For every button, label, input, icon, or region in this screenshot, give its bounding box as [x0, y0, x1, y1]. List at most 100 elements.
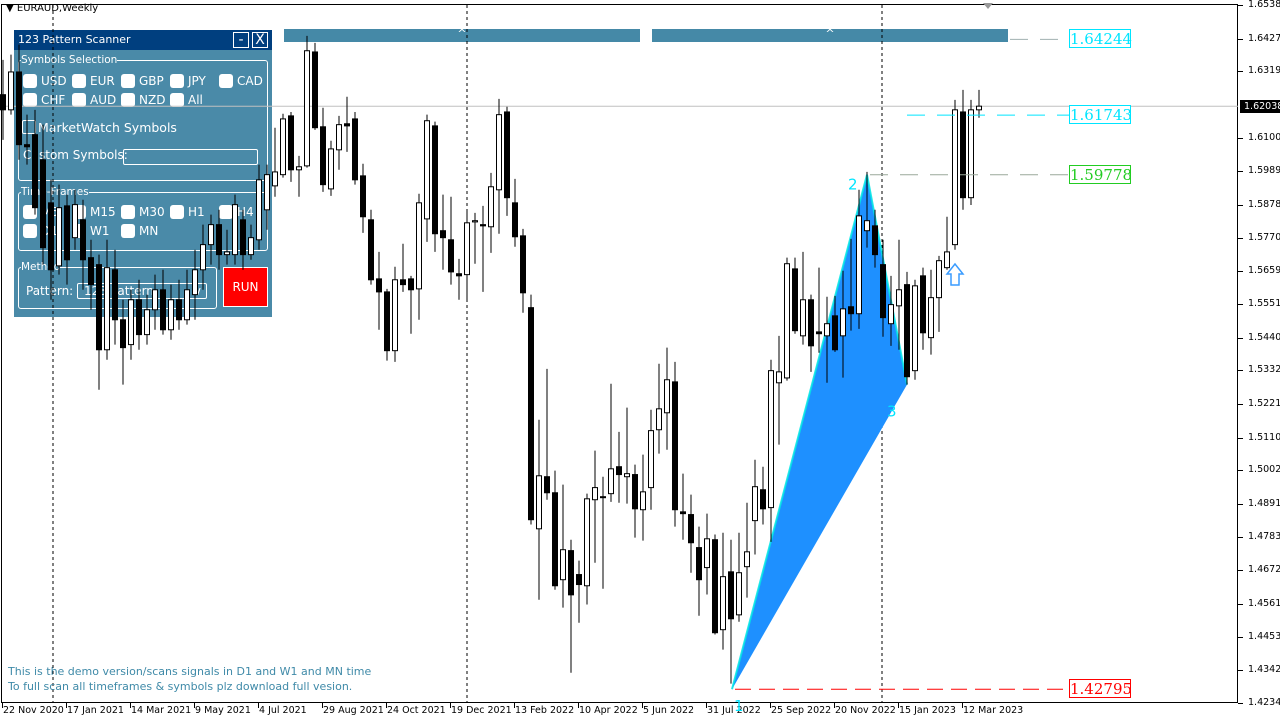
checkbox-h4[interactable]: [219, 205, 233, 219]
price-tick-label: 1.65380: [1248, 0, 1280, 10]
checkbox-all[interactable]: [170, 93, 184, 107]
checkbox-mn[interactable]: [121, 224, 135, 238]
checkbox-label: M15: [90, 205, 116, 219]
price-tick-label: 1.57700: [1248, 231, 1280, 243]
time-tick-label: 10 Apr 2022: [579, 705, 638, 716]
time-tick-label: 14 Mar 2021: [131, 705, 192, 716]
price-tick-label: 1.64270: [1248, 32, 1280, 44]
collapse-bar-right[interactable]: ^: [652, 27, 1008, 42]
chevron-up-icon: ^: [457, 27, 467, 40]
price-tick: [1238, 370, 1243, 372]
collapse-bar-left[interactable]: ^: [284, 27, 640, 42]
time-tick-label: 9 May 2021: [195, 705, 251, 716]
price-tick-label: 1.54400: [1248, 331, 1280, 343]
price-tick: [1238, 137, 1243, 139]
checkbox-label: JPY: [188, 74, 206, 88]
method-group-label: Method: [21, 261, 61, 273]
price-tick-label: 1.59890: [1248, 165, 1280, 177]
price-tick-label: 1.48910: [1248, 497, 1280, 509]
time-tick-label: 19 Dec 2021: [451, 705, 512, 716]
checkbox-cad[interactable]: [219, 74, 233, 88]
pattern-label: Pattern:: [26, 284, 74, 298]
price-tick-label: 1.53320: [1248, 364, 1280, 376]
price-tick: [1238, 71, 1243, 73]
checkbox-chf[interactable]: [23, 93, 37, 107]
marketwatch-checkbox[interactable]: [22, 120, 36, 134]
time-tick-label: 25 Sep 2022: [771, 705, 832, 716]
price-tick: [1238, 636, 1243, 638]
price-tick: [1238, 670, 1243, 672]
checkbox-nzd[interactable]: [121, 93, 135, 107]
checkbox-label: H4: [237, 205, 254, 219]
price-tick: [1238, 503, 1243, 505]
price-tick: [1238, 204, 1243, 206]
checkbox-d1[interactable]: [23, 224, 37, 238]
checkbox-h1[interactable]: [170, 205, 184, 219]
time-tick-label: 4 Jul 2021: [259, 705, 307, 716]
price-tick-label: 1.46720: [1248, 564, 1280, 576]
checkbox-label: NZD: [139, 93, 166, 107]
checkbox-aud[interactable]: [72, 93, 86, 107]
time-tick-label: 13 Feb 2022: [515, 705, 575, 716]
price-tick: [1238, 304, 1243, 305]
price-tick-label: 1.42340: [1248, 697, 1280, 708]
current-price-label: 1.62038: [1240, 100, 1280, 114]
checkbox-eur[interactable]: [72, 74, 86, 88]
demo-notice-line-1: This is the demo version/scans signals i…: [8, 665, 372, 678]
close-button[interactable]: X: [252, 32, 268, 48]
checkbox-label: CAD: [237, 74, 263, 88]
chart-symbol-title: ▼ EURAUD,Weekly: [6, 3, 98, 14]
price-tick: [1238, 38, 1243, 40]
custom-symbols-input[interactable]: [123, 149, 258, 165]
checkbox-gbp[interactable]: [121, 74, 135, 88]
dropdown-triangle-icon[interactable]: ▼: [6, 3, 14, 14]
pattern-dropdown[interactable]: 123 Pattern v: [77, 283, 207, 299]
time-tick-label: 15 Jan 2023: [899, 705, 956, 716]
checkbox-label: All: [188, 93, 203, 107]
time-tick-label: 5 Jun 2022: [643, 705, 695, 716]
scanner-panel: 123 Pattern Scanner - X Symbols Selectio…: [14, 30, 272, 317]
price-tick: [1238, 470, 1243, 472]
checkbox-label: AUD: [90, 93, 117, 107]
run-button[interactable]: RUN: [223, 267, 268, 307]
symbols-group-label: Symbols Selection: [21, 54, 118, 66]
price-tick-label: 1.47830: [1248, 530, 1280, 542]
panel-title-bar[interactable]: 123 Pattern Scanner - X: [14, 30, 272, 50]
timeframes-group-label: Time-Frames: [21, 186, 89, 198]
price-tick: [1238, 271, 1243, 273]
price-tick-label: 1.43420: [1248, 664, 1280, 676]
price-level-label: 1.64244: [1069, 29, 1133, 49]
checkbox-m15[interactable]: [72, 205, 86, 219]
panel-title: 123 Pattern Scanner: [18, 33, 131, 46]
price-tick: [1238, 403, 1243, 405]
demo-notice-line-2: To full scan all timeframes & symbols pl…: [8, 680, 353, 693]
price-tick: [1238, 703, 1243, 704]
checkbox-m5[interactable]: [23, 205, 37, 219]
time-tick-label: 24 Oct 2021: [387, 705, 446, 716]
chevron-down-icon: v: [193, 284, 201, 298]
checkbox-w1[interactable]: [72, 224, 86, 238]
price-tick-label: 1.44530: [1248, 630, 1280, 642]
marketwatch-label: MarketWatch Symbols: [38, 120, 177, 135]
price-tick-label: 1.55510: [1248, 298, 1280, 309]
checkbox-label: EUR: [90, 74, 115, 88]
price-level-label: 1.59778: [1069, 164, 1133, 184]
price-level-label: 1.42795: [1069, 679, 1133, 699]
checkbox-label: USD: [41, 74, 67, 88]
time-tick-label: 22 Nov 2020: [3, 705, 64, 716]
chevron-up-icon: ^: [825, 27, 835, 40]
checkbox-usd[interactable]: [23, 74, 37, 88]
checkbox-label: H1: [188, 205, 205, 219]
checkbox-jpy[interactable]: [170, 74, 184, 88]
time-tick-label: 17 Jan 2021: [67, 705, 124, 716]
checkbox-label: GBP: [139, 74, 164, 88]
price-tick: [1238, 437, 1243, 439]
price-tick: [1238, 171, 1243, 173]
checkbox-m30[interactable]: [121, 205, 135, 219]
minimize-button[interactable]: -: [233, 32, 249, 48]
price-tick-label: 1.58780: [1248, 198, 1280, 210]
checkbox-label: CHF: [41, 93, 66, 107]
checkbox-label: D1: [41, 224, 58, 238]
checkbox-label: MN: [139, 224, 159, 238]
price-tick: [1238, 5, 1243, 6]
